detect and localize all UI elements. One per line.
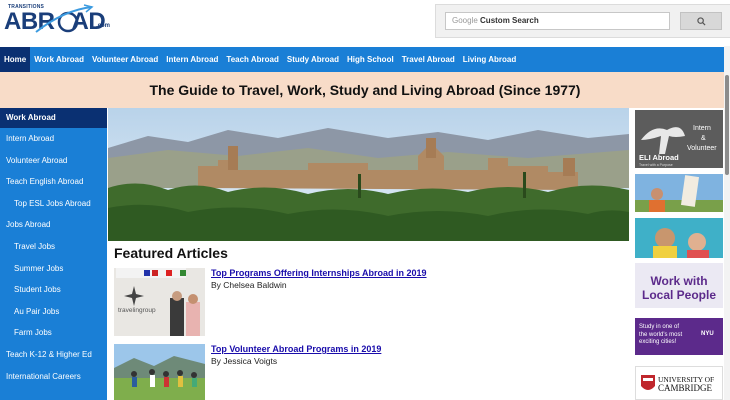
nav-travel-abroad[interactable]: Travel Abroad: [398, 47, 459, 72]
main-nav: Home Work Abroad Volunteer Abroad Intern…: [0, 47, 730, 72]
search-button[interactable]: [680, 12, 722, 30]
ad-eli-abroad[interactable]: ELI Abroad Travel with a Purpose Intern …: [635, 110, 723, 168]
nav-living-abroad[interactable]: Living Abroad: [459, 47, 520, 72]
search-brand-label: Google: [452, 16, 478, 25]
ad-work-local[interactable]: Work with Local People: [635, 263, 723, 308]
eli-line3: Volunteer: [687, 145, 717, 152]
sidebar-item-jobs-abroad[interactable]: Jobs Abroad: [0, 214, 107, 236]
nav-study-abroad[interactable]: Study Abroad: [283, 47, 343, 72]
sidebar-item-travel-jobs[interactable]: Travel Jobs: [0, 236, 107, 258]
scrollbar-thumb[interactable]: [725, 75, 729, 175]
sidebar: Work Abroad Intern Abroad Volunteer Abro…: [0, 108, 107, 400]
nyu-logo: NYU: [701, 331, 714, 337]
nav-high-school[interactable]: High School: [343, 47, 398, 72]
work-ad-line2: Local People: [641, 288, 717, 302]
sidebar-item-teach-english-abroad[interactable]: Teach English Abroad: [0, 171, 107, 193]
featured-articles-heading: Featured Articles: [114, 245, 228, 261]
site-logo[interactable]: TRANSITIONS ABR AD .com: [4, 4, 116, 40]
page-title: The Guide to Travel, Work, Study and Liv…: [149, 82, 581, 98]
sidebar-item-au-pair-jobs[interactable]: Au Pair Jobs: [0, 301, 107, 323]
thumb-brand-text: travelingroup: [118, 307, 156, 314]
article-item: travelingroup Top Programs Offering Inte…: [114, 268, 624, 338]
eli-line1: Intern: [693, 125, 711, 132]
nyu-text3: exciting cities!: [639, 339, 677, 345]
ad-pisa-image[interactable]: [635, 174, 723, 212]
nyu-text2: the world's most: [639, 331, 683, 338]
ad-cambridge[interactable]: UNIVERSITY OF CAMBRIDGE: [635, 366, 723, 400]
nyu-text1: Study in one of: [639, 324, 680, 330]
article-thumbnail[interactable]: travelingroup: [114, 268, 205, 336]
search-box: Google Custom Search: [435, 4, 730, 38]
sidebar-item-summer-jobs[interactable]: Summer Jobs: [0, 258, 107, 280]
tagline-banner: The Guide to Travel, Work, Study and Liv…: [0, 72, 730, 108]
sidebar-item-top-esl-jobs[interactable]: Top ESL Jobs Abroad: [0, 193, 107, 215]
article-title-link[interactable]: Top Programs Offering Internships Abroad…: [211, 268, 427, 278]
search-placeholder: Custom Search: [480, 16, 539, 25]
article-byline: By Jessica Voigts: [211, 356, 278, 366]
nav-volunteer-abroad[interactable]: Volunteer Abroad: [88, 47, 162, 72]
sidebar-item-student-jobs[interactable]: Student Jobs: [0, 279, 107, 301]
work-ad-line1: Work with: [650, 274, 708, 288]
sidebar-item-farm-jobs[interactable]: Farm Jobs: [0, 322, 107, 344]
nav-home[interactable]: Home: [0, 47, 31, 72]
logo-com-text: .com: [96, 23, 111, 29]
eli-brand: ELI Abroad: [639, 153, 679, 162]
cambridge-crest-icon: [641, 375, 655, 390]
sidebar-item-intern-abroad[interactable]: Intern Abroad: [0, 128, 107, 150]
header: TRANSITIONS ABR AD .com Google Custom Sea…: [0, 0, 730, 46]
search-input[interactable]: Google Custom Search: [445, 12, 670, 30]
article-item: Top Volunteer Abroad Programs in 2019 By…: [114, 344, 624, 400]
ad-kids-image[interactable]: [635, 218, 723, 258]
sidebar-item-work-abroad[interactable]: Work Abroad: [0, 108, 107, 128]
nav-intern-abroad[interactable]: Intern Abroad: [162, 47, 222, 72]
article-byline: By Chelsea Baldwin: [211, 280, 287, 290]
globe-swoosh-icon: [35, 4, 94, 33]
article-title-link[interactable]: Top Volunteer Abroad Programs in 2019: [211, 344, 381, 354]
search-icon: [696, 16, 706, 26]
eli-tagline: Travel with a Purpose: [639, 163, 673, 167]
sidebar-item-teach-k12[interactable]: Teach K-12 & Higher Ed: [0, 344, 107, 366]
article-thumbnail[interactable]: [114, 344, 205, 400]
nav-work-abroad[interactable]: Work Abroad: [30, 47, 88, 72]
nav-teach-abroad[interactable]: Teach Abroad: [222, 47, 282, 72]
hero-image[interactable]: [108, 108, 629, 241]
ad-nyu[interactable]: Study in one of the world's most excitin…: [635, 318, 723, 355]
eli-line2: &: [701, 135, 706, 142]
cambridge-line2: CAMBRIDGE: [658, 383, 713, 393]
sidebar-item-international-careers[interactable]: International Careers: [0, 366, 107, 388]
sidebar-item-volunteer-abroad[interactable]: Volunteer Abroad: [0, 150, 107, 172]
